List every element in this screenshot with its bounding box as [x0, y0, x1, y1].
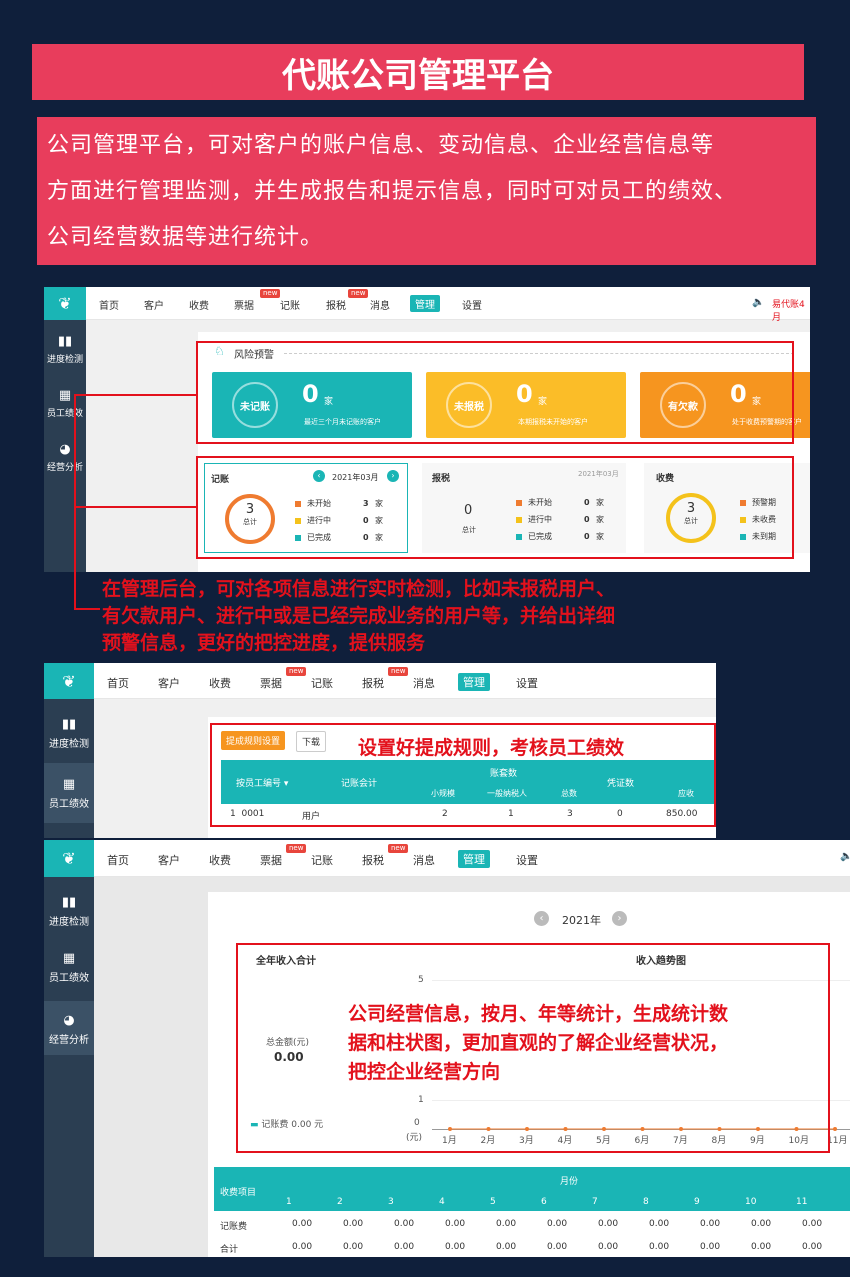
- month-column-header: 8: [643, 1197, 649, 1207]
- month-column-header: 6: [541, 1197, 547, 1207]
- table-cell: 0.00: [343, 1242, 364, 1252]
- sidebar: ▮▮ 进度检测 ▦ 员工绩效: [44, 699, 94, 838]
- sidebar: ▮▮ 进度检测 ▦ 员工绩效 ◕ 经营分析: [44, 877, 94, 1257]
- month-column-header: 5: [490, 1197, 496, 1207]
- top-nav: ❦ 首页 客户 收费 票据 new 记账 报税 new 消息 管理 设置 🔈 易代账…: [44, 287, 810, 323]
- pie-icon: ◕: [59, 442, 71, 457]
- table-cell: 0.00: [649, 1242, 670, 1252]
- nav-invoice[interactable]: 票据 new: [234, 289, 281, 312]
- highlight-box: [196, 456, 794, 559]
- nav-tax[interactable]: 报税 new: [326, 289, 369, 312]
- table-cell: 0.00: [700, 1219, 721, 1229]
- table-cell: 0.00: [394, 1242, 415, 1252]
- table-cell: 0.00: [292, 1242, 313, 1252]
- month-column-header: 10: [745, 1197, 757, 1207]
- speaker-icon: 🔈: [840, 851, 850, 862]
- sidebar-item-progress[interactable]: ▮▮ 进度检测: [44, 334, 86, 365]
- speaker-icon: 🔈: [752, 297, 765, 308]
- table-cell: 0.00: [445, 1242, 466, 1252]
- nav-bookkeeping[interactable]: 记账: [280, 297, 300, 312]
- month-column-header: 9: [694, 1197, 700, 1207]
- annotation-performance: 设置好提成规则，考核员工绩效: [358, 737, 625, 759]
- logo-icon: ❦: [44, 663, 94, 699]
- trend-icon: ▦: [62, 777, 76, 792]
- page-title: 代账公司管理平台: [32, 44, 804, 100]
- sidebar-item-analysis[interactable]: ◕ 经营分析: [44, 442, 86, 473]
- month-column-header: 11: [796, 1197, 808, 1207]
- table-cell: 0.00: [394, 1219, 415, 1229]
- trend-icon: ▦: [62, 951, 76, 966]
- month-column-header: 3: [388, 1197, 394, 1207]
- trend-point: [833, 1127, 837, 1131]
- x-tick-label: 11月: [827, 1136, 848, 1146]
- pie-icon: ◕: [63, 1013, 75, 1028]
- table-cell: 0.00: [700, 1242, 721, 1252]
- bar-chart-icon: ▮▮: [57, 334, 73, 349]
- table-cell: 0.00: [751, 1242, 772, 1252]
- sidebar-item-performance[interactable]: ▦ 员工绩效: [44, 388, 86, 419]
- annotation-monitor: 在管理后台，可对各项信息进行实时检测，比如未报税用户、 有欠款用户、进行中或是已…: [102, 578, 616, 654]
- month-column-header: 7: [592, 1197, 598, 1207]
- year-label: 2021年: [562, 914, 601, 927]
- table-cell: 0.00: [802, 1219, 823, 1229]
- table-cell: 0.00: [598, 1219, 619, 1229]
- next-year-button[interactable]: ›: [612, 911, 627, 926]
- table-cell: 0.00: [598, 1242, 619, 1252]
- nav-message[interactable]: 消息: [370, 297, 390, 312]
- annotation-analysis: 公司经营信息，按月、年等统计，生成统计数 据和柱状图，更加直观的了解企业经营状况…: [348, 1003, 729, 1083]
- month-column-header: 2: [337, 1197, 343, 1207]
- table-cell: 0.00: [649, 1219, 670, 1229]
- logo-icon: ❦: [44, 840, 94, 877]
- table-cell: 0.00: [343, 1219, 364, 1229]
- new-badge: new: [348, 289, 369, 298]
- table-cell: 0.00: [751, 1219, 772, 1229]
- top-nav: ❦ 首页 客户 收费 票据 new 记账 报税 new 消息 管理 设置 🔈: [44, 840, 850, 877]
- intro-text: 公司管理平台，可对客户的账户信息、变动信息、企业经营信息等 方面进行管理监测，并…: [37, 117, 816, 265]
- table-cell: 0.00: [496, 1242, 517, 1252]
- table-cell: 0.00: [547, 1242, 568, 1252]
- bar-chart-icon: ▮▮: [61, 717, 77, 732]
- nav-manage[interactable]: 管理: [410, 295, 440, 312]
- table-cell: 0.00: [802, 1242, 823, 1252]
- nav-customer[interactable]: 客户: [144, 297, 164, 312]
- top-nav: ❦ 首页 客户 收费 票据 new 记账 报税 new 消息 管理 设置: [44, 663, 716, 699]
- nav-home[interactable]: 首页: [99, 297, 119, 312]
- new-badge: new: [260, 289, 281, 298]
- table-cell: 0.00: [547, 1219, 568, 1229]
- highlight-box: [196, 341, 794, 444]
- bar-chart-icon: ▮▮: [61, 895, 77, 910]
- nav-settings[interactable]: 设置: [462, 297, 482, 312]
- prev-year-button[interactable]: ‹: [534, 911, 549, 926]
- user-name: 易代账4月: [772, 300, 805, 323]
- month-column-header: 1: [286, 1197, 292, 1207]
- sidebar: ▮▮ 进度检测 ▦ 员工绩效 ◕ 经营分析: [44, 320, 86, 572]
- table-cell: 0.00: [292, 1219, 313, 1229]
- month-column-header: 4: [439, 1197, 445, 1207]
- nav-fees[interactable]: 收费: [189, 297, 209, 312]
- logo-icon: ❦: [44, 287, 86, 320]
- table-cell: 0.00: [445, 1219, 466, 1229]
- table-row-label: 合计: [220, 1245, 239, 1255]
- table-cell: 0.00: [496, 1219, 517, 1229]
- table-row-label: 记账费: [220, 1222, 248, 1232]
